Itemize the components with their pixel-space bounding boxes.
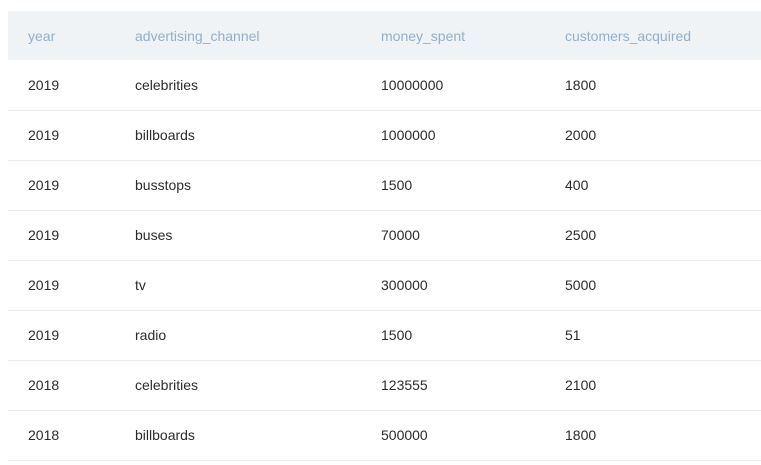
column-header-advertising-channel[interactable]: advertising_channel [135,11,381,60]
column-header-year[interactable]: year [8,11,135,60]
cell-advertising-channel: busstops [135,177,192,193]
cell-money-spent: 123555 [381,377,428,393]
cell-money-spent: 300000 [381,277,428,293]
cell-customers-acquired: 2000 [565,127,597,143]
cell-year: 2019 [28,277,60,293]
table-row: 2019 celebrities 10000000 1800 [8,60,761,110]
cell-year: 2019 [28,127,60,143]
cell-year: 2019 [28,76,60,93]
cell-advertising-channel: radio [135,327,167,343]
cell-money-spent: 500000 [381,427,428,443]
column-header-customers-acquired[interactable]: customers_acquired [565,11,761,60]
cell-year: 2019 [28,227,60,243]
cell-year: 2018 [28,377,60,393]
cell-year: 2019 [28,327,60,343]
table-row: 2019 billboards 1000000 2000 [8,110,761,160]
cell-money-spent: 1500 [381,177,413,193]
table-row: 2018 billboards 500000 1800 [8,410,761,460]
table-header-row: year advertising_channel money_spent cus… [8,11,761,60]
cell-advertising-channel: celebrities [135,377,199,393]
cell-advertising-channel: tv [135,277,146,293]
cell-money-spent: 1500 [381,327,413,343]
cell-year: 2018 [28,427,60,443]
column-header-money-spent[interactable]: money_spent [381,11,565,60]
cell-customers-acquired: 1800 [565,427,597,443]
cell-money-spent: 10000000 [381,76,444,93]
cell-advertising-channel: buses [135,227,173,243]
cell-advertising-channel: billboards [135,127,195,143]
cell-customers-acquired: 2100 [565,377,597,393]
cell-advertising-channel: celebrities [135,76,199,93]
results-table: year advertising_channel money_spent cus… [8,11,761,461]
cell-customers-acquired: 400 [565,177,589,193]
cell-customers-acquired: 1800 [565,76,597,93]
table-row: 2019 busstops 1500 400 [8,160,761,210]
table-row: 2019 tv 300000 5000 [8,260,761,310]
results-table-container: year advertising_channel money_spent cus… [8,11,761,461]
cell-money-spent: 70000 [381,227,420,243]
cell-customers-acquired: 5000 [565,277,597,293]
table-row: 2019 buses 70000 2500 [8,210,761,260]
cell-money-spent: 1000000 [381,127,436,143]
cell-year: 2019 [28,177,60,193]
cell-advertising-channel: billboards [135,427,195,443]
table-row: 2019 radio 1500 51 [8,310,761,360]
table-row: 2018 celebrities 123555 2100 [8,360,761,410]
cell-customers-acquired: 51 [565,327,581,343]
cell-customers-acquired: 2500 [565,227,597,243]
